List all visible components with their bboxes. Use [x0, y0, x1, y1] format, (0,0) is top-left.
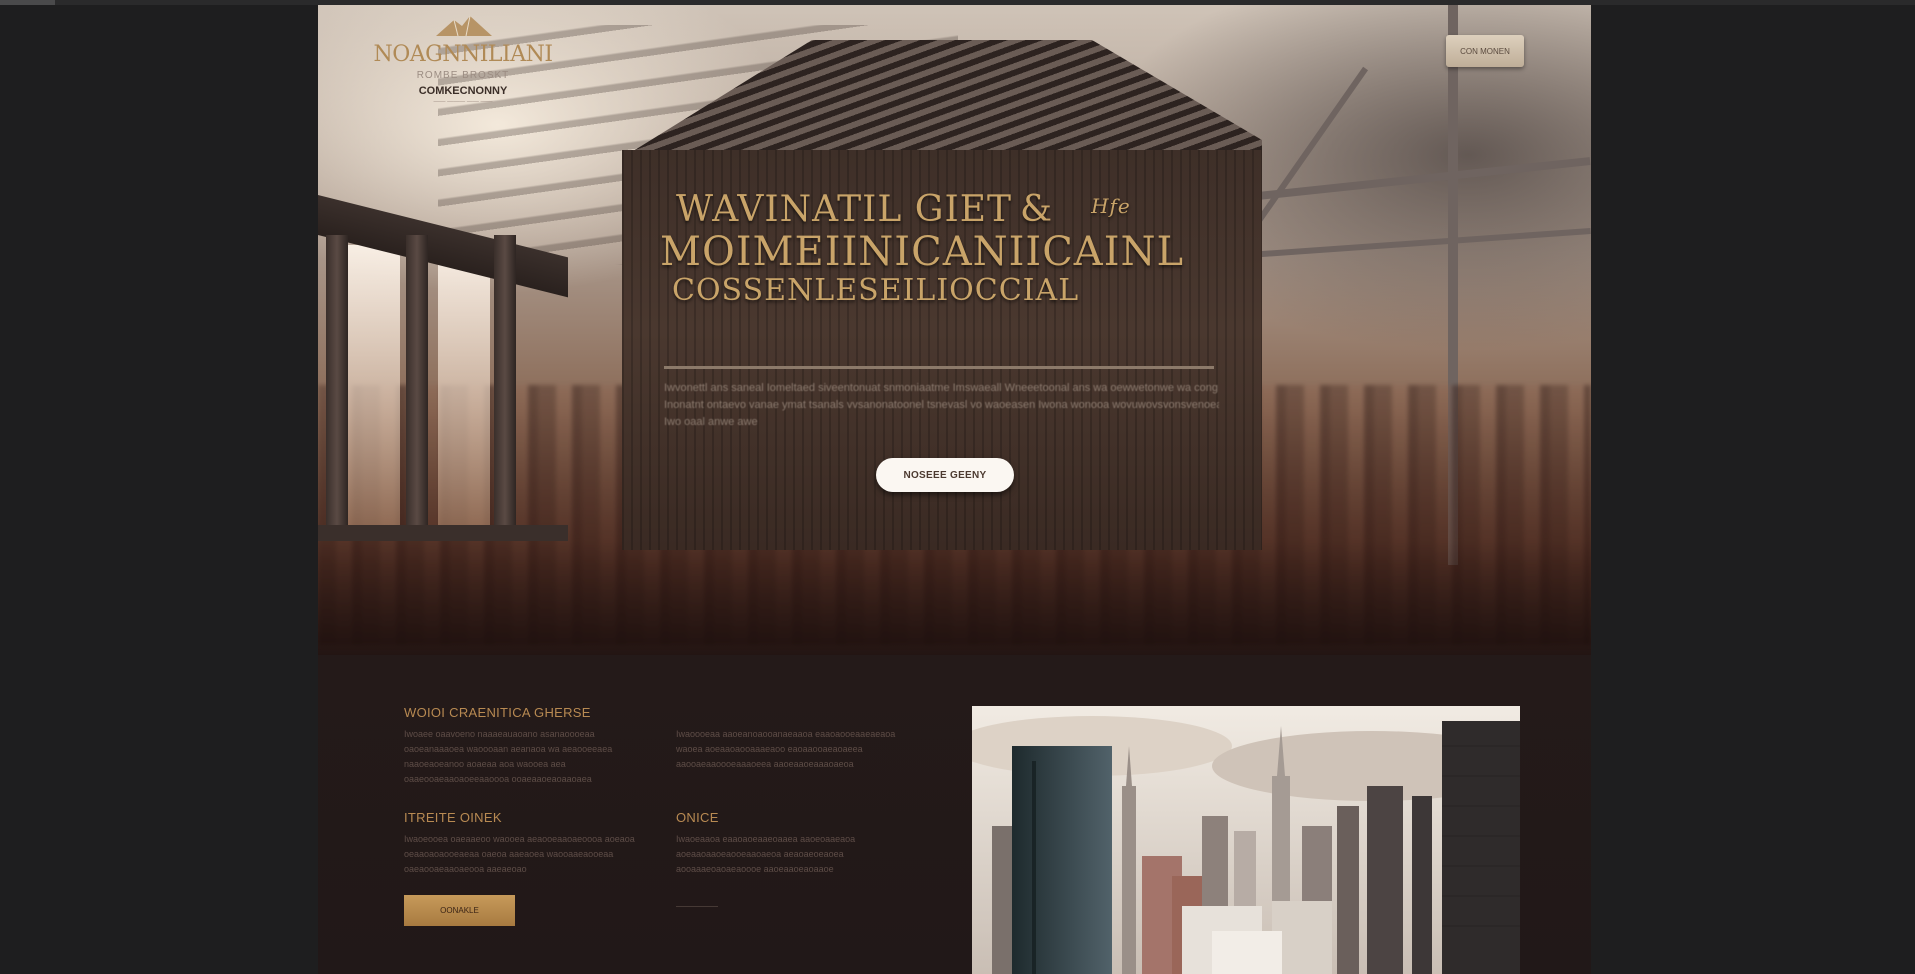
hero-title-line-2: MOIMEIINICANIICAINL	[660, 229, 1185, 275]
site-logo[interactable]: NOAGNNILIANI ROMBE BROSKT COMKECNONNY ——…	[358, 10, 568, 105]
hero-body-line-1: Iwvonettl ans saneal Iomeltaed siveenton…	[664, 382, 1218, 394]
hero-title-line-1: WAVINATIL GIET & Hfe	[660, 190, 1230, 230]
hero-title-line-3: COSSENLESEILIOCCIAL	[672, 273, 1080, 308]
hero-body-text: Iwvonettl ans saneal Iomeltaed siveenton…	[664, 380, 1219, 431]
city-skyline-image	[972, 706, 1520, 974]
logo-tagline: —— ——— —— ——	[433, 99, 493, 105]
section-text-4: Iwaoeaaoa eaaoaoeaaeoaaea aaoeoaaeaoa ao…	[676, 834, 856, 874]
skyline-illustration	[972, 706, 1520, 974]
hero-title-line-1-text: WAVINATIL GIET	[676, 189, 1013, 230]
hero-body-line-2: Inonatnt ontaevo vanae ymat tsanals vvsa…	[664, 399, 1219, 411]
hero-window-frame-image	[318, 195, 568, 545]
section-text-3: Iwaoeooea oaeaaeoo waooea aeaooeaaoaeooo…	[404, 834, 635, 874]
logo-subtitle-2: COMKECNONNY	[418, 85, 508, 97]
section-text-2: Iwaoooeaa aaoeanoaooanaeaaoa eaaoaooeaae…	[676, 729, 896, 769]
browser-tab[interactable]	[0, 0, 55, 5]
logo-title: NOAGNNILIANI	[373, 42, 553, 67]
hero-title-ampersand: &	[1020, 189, 1054, 230]
hero-body-line-3: Iwo oaal anwe awe	[664, 416, 758, 428]
hero-divider	[664, 366, 1214, 369]
web-page: WAVINATIL GIET & Hfe MOIMEIINICANIICAINL C…	[318, 5, 1591, 974]
header-contact-button[interactable]: CON MONEN	[1446, 35, 1524, 67]
section-heading-3: ONICE	[676, 810, 719, 825]
section-action-button[interactable]: OONAKLE	[404, 895, 515, 926]
hero-cta-button[interactable]: NOSEEE GEENY	[876, 458, 1014, 492]
lower-section: WOIOI CRAENITICA GHERSE Iwoaee oaavoeno …	[318, 655, 1591, 974]
hero-title-script: Hfe	[1091, 194, 1131, 218]
hero-title: WAVINATIL GIET & Hfe MOIMEIINICANIICAINL C…	[660, 190, 1230, 308]
section-heading-1: WOIOI CRAENITICA GHERSE	[404, 705, 591, 720]
logo-subtitle: ROMBE BROSKT	[416, 70, 510, 81]
mountain-logo-icon	[436, 15, 492, 36]
section-text-1: Iwoaee oaavoeno naaaeauaoano asanaoooeaa…	[404, 729, 613, 784]
building-roof	[622, 40, 1262, 160]
hero-building-panel: WAVINATIL GIET & Hfe MOIMEIINICANIICAINL C…	[622, 40, 1262, 550]
hero-section: WAVINATIL GIET & Hfe MOIMEIINICANIICAINL C…	[318, 5, 1591, 655]
section-link[interactable]: ——————	[676, 903, 718, 910]
section-heading-2: ITREITE OINEK	[404, 810, 502, 825]
